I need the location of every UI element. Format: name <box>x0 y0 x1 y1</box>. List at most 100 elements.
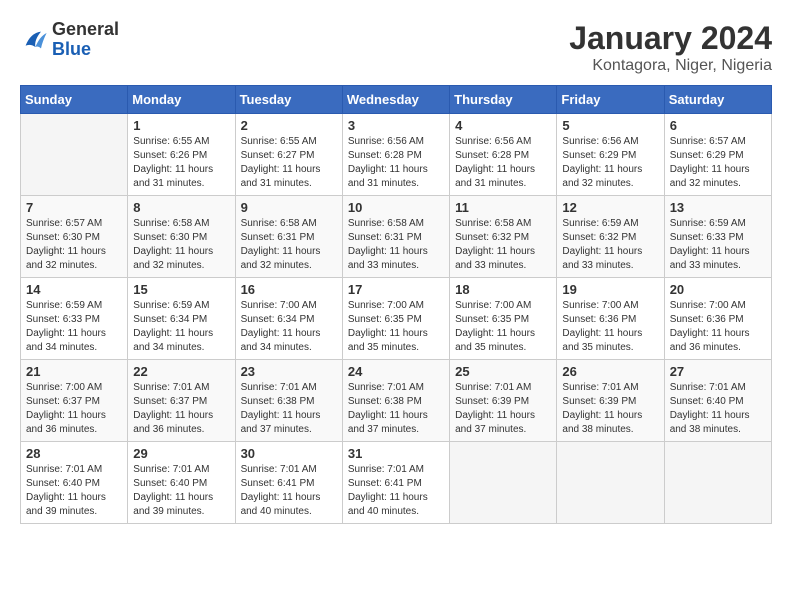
day-number: 24 <box>348 364 444 379</box>
day-number: 11 <box>455 200 551 215</box>
day-number: 7 <box>26 200 122 215</box>
day-number: 31 <box>348 446 444 461</box>
day-number: 6 <box>670 118 766 133</box>
day-number: 19 <box>562 282 658 297</box>
day-info: Sunrise: 7:01 AMSunset: 6:38 PMDaylight:… <box>348 381 444 437</box>
calendar-cell: 12Sunrise: 6:59 AMSunset: 6:32 PMDayligh… <box>557 196 664 278</box>
day-info: Sunrise: 7:00 AMSunset: 6:35 PMDaylight:… <box>348 299 444 355</box>
page-header: General Blue January 2024 Kontagora, Nig… <box>20 20 772 75</box>
day-number: 27 <box>670 364 766 379</box>
day-info: Sunrise: 7:01 AMSunset: 6:40 PMDaylight:… <box>133 463 229 519</box>
day-info: Sunrise: 7:01 AMSunset: 6:40 PMDaylight:… <box>670 381 766 437</box>
calendar-cell: 28 Sunrise: 7:01 AMSunset: 6:40 PMDayligh… <box>21 442 128 524</box>
calendar-header-saturday: Saturday <box>664 86 771 114</box>
day-number: 21 <box>26 364 122 379</box>
calendar-header-sunday: Sunday <box>21 86 128 114</box>
logo-general: General <box>52 20 119 40</box>
calendar-header-row: SundayMondayTuesdayWednesdayThursdayFrid… <box>21 86 772 114</box>
day-info: Sunrise: 6:59 AMSunset: 6:34 PMDaylight:… <box>133 299 229 355</box>
day-number: 15 <box>133 282 229 297</box>
day-number: 28 <box>26 446 122 461</box>
calendar-week-0: 1 Sunrise: 6:55 AMSunset: 6:26 PMDaylight… <box>21 114 772 196</box>
day-number: 16 <box>241 282 337 297</box>
day-number: 23 <box>241 364 337 379</box>
calendar-cell: 17Sunrise: 7:00 AMSunset: 6:35 PMDayligh… <box>342 278 449 360</box>
calendar-cell: 29 Sunrise: 7:01 AMSunset: 6:40 PMDayligh… <box>128 442 235 524</box>
calendar-cell: 25Sunrise: 7:01 AMSunset: 6:39 PMDayligh… <box>450 360 557 442</box>
calendar-cell: 21 Sunrise: 7:00 AMSunset: 6:37 PMDayligh… <box>21 360 128 442</box>
calendar-cell: 16 Sunrise: 7:00 AMSunset: 6:34 PMDayligh… <box>235 278 342 360</box>
calendar-cell: 19 Sunrise: 7:00 AMSunset: 6:36 PMDayligh… <box>557 278 664 360</box>
page-subtitle: Kontagora, Niger, Nigeria <box>569 57 772 75</box>
calendar-header-wednesday: Wednesday <box>342 86 449 114</box>
day-number: 12 <box>562 200 658 215</box>
day-info: Sunrise: 7:01 AMSunset: 6:38 PMDaylight:… <box>241 381 337 437</box>
calendar-table: SundayMondayTuesdayWednesdayThursdayFrid… <box>20 85 772 524</box>
day-number: 30 <box>241 446 337 461</box>
calendar-cell: 31 Sunrise: 7:01 AMSunset: 6:41 PMDayligh… <box>342 442 449 524</box>
calendar-cell: 27 Sunrise: 7:01 AMSunset: 6:40 PMDayligh… <box>664 360 771 442</box>
calendar-cell <box>450 442 557 524</box>
calendar-cell: 5Sunrise: 6:56 AMSunset: 6:29 PMDaylight… <box>557 114 664 196</box>
day-info: Sunrise: 7:01 AMSunset: 6:40 PMDaylight:… <box>26 463 122 519</box>
calendar-cell: 4Sunrise: 6:56 AMSunset: 6:28 PMDaylight… <box>450 114 557 196</box>
day-number: 25 <box>455 364 551 379</box>
calendar-cell: 9 Sunrise: 6:58 AMSunset: 6:31 PMDaylight… <box>235 196 342 278</box>
day-info: Sunrise: 7:01 AMSunset: 6:37 PMDaylight:… <box>133 381 229 437</box>
day-info: Sunrise: 6:58 AMSunset: 6:32 PMDaylight:… <box>455 217 551 273</box>
day-info: Sunrise: 7:00 AMSunset: 6:35 PMDaylight:… <box>455 299 551 355</box>
day-number: 1 <box>133 118 229 133</box>
calendar-cell: 23 Sunrise: 7:01 AMSunset: 6:38 PMDayligh… <box>235 360 342 442</box>
day-info: Sunrise: 6:58 AMSunset: 6:31 PMDaylight:… <box>348 217 444 273</box>
day-number: 9 <box>241 200 337 215</box>
title-block: January 2024 Kontagora, Niger, Nigeria <box>569 20 772 75</box>
calendar-cell: 11 Sunrise: 6:58 AMSunset: 6:32 PMDayligh… <box>450 196 557 278</box>
day-number: 8 <box>133 200 229 215</box>
calendar-cell: 14Sunrise: 6:59 AMSunset: 6:33 PMDayligh… <box>21 278 128 360</box>
day-info: Sunrise: 6:58 AMSunset: 6:30 PMDaylight:… <box>133 217 229 273</box>
calendar-header-friday: Friday <box>557 86 664 114</box>
logo-icon <box>20 26 48 54</box>
calendar-cell: 6 Sunrise: 6:57 AMSunset: 6:29 PMDaylight… <box>664 114 771 196</box>
calendar-cell: 13Sunrise: 6:59 AMSunset: 6:33 PMDayligh… <box>664 196 771 278</box>
calendar-cell: 1 Sunrise: 6:55 AMSunset: 6:26 PMDaylight… <box>128 114 235 196</box>
day-info: Sunrise: 6:58 AMSunset: 6:31 PMDaylight:… <box>241 217 337 273</box>
day-number: 29 <box>133 446 229 461</box>
day-number: 13 <box>670 200 766 215</box>
calendar-header-tuesday: Tuesday <box>235 86 342 114</box>
page-title: January 2024 <box>569 20 772 57</box>
day-number: 2 <box>241 118 337 133</box>
calendar-cell: 30Sunrise: 7:01 AMSunset: 6:41 PMDayligh… <box>235 442 342 524</box>
day-info: Sunrise: 7:00 AMSunset: 6:37 PMDaylight:… <box>26 381 122 437</box>
calendar-cell: 20Sunrise: 7:00 AMSunset: 6:36 PMDayligh… <box>664 278 771 360</box>
calendar-cell: 10Sunrise: 6:58 AMSunset: 6:31 PMDayligh… <box>342 196 449 278</box>
day-info: Sunrise: 6:56 AMSunset: 6:28 PMDaylight:… <box>348 135 444 191</box>
calendar-cell: 22 Sunrise: 7:01 AMSunset: 6:37 PMDayligh… <box>128 360 235 442</box>
calendar-cell: 18 Sunrise: 7:00 AMSunset: 6:35 PMDayligh… <box>450 278 557 360</box>
calendar-cell: 26Sunrise: 7:01 AMSunset: 6:39 PMDayligh… <box>557 360 664 442</box>
calendar-body: 1 Sunrise: 6:55 AMSunset: 6:26 PMDaylight… <box>21 114 772 524</box>
day-info: Sunrise: 7:00 AMSunset: 6:36 PMDaylight:… <box>562 299 658 355</box>
day-number: 18 <box>455 282 551 297</box>
day-info: Sunrise: 6:57 AMSunset: 6:29 PMDaylight:… <box>670 135 766 191</box>
calendar-cell <box>664 442 771 524</box>
day-number: 22 <box>133 364 229 379</box>
day-info: Sunrise: 6:55 AMSunset: 6:26 PMDaylight:… <box>133 135 229 191</box>
calendar-header-monday: Monday <box>128 86 235 114</box>
calendar-header-thursday: Thursday <box>450 86 557 114</box>
calendar-cell <box>21 114 128 196</box>
day-info: Sunrise: 6:55 AMSunset: 6:27 PMDaylight:… <box>241 135 337 191</box>
day-number: 26 <box>562 364 658 379</box>
calendar-week-4: 28 Sunrise: 7:01 AMSunset: 6:40 PMDayligh… <box>21 442 772 524</box>
calendar-week-2: 14Sunrise: 6:59 AMSunset: 6:33 PMDayligh… <box>21 278 772 360</box>
calendar-cell: 2 Sunrise: 6:55 AMSunset: 6:27 PMDaylight… <box>235 114 342 196</box>
day-info: Sunrise: 7:01 AMSunset: 6:41 PMDaylight:… <box>348 463 444 519</box>
logo: General Blue <box>20 20 119 60</box>
day-info: Sunrise: 6:57 AMSunset: 6:30 PMDaylight:… <box>26 217 122 273</box>
logo-text: General Blue <box>52 20 119 60</box>
calendar-cell: 8 Sunrise: 6:58 AMSunset: 6:30 PMDaylight… <box>128 196 235 278</box>
day-number: 5 <box>562 118 658 133</box>
calendar-cell: 3Sunrise: 6:56 AMSunset: 6:28 PMDaylight… <box>342 114 449 196</box>
day-info: Sunrise: 7:00 AMSunset: 6:34 PMDaylight:… <box>241 299 337 355</box>
day-info: Sunrise: 7:00 AMSunset: 6:36 PMDaylight:… <box>670 299 766 355</box>
